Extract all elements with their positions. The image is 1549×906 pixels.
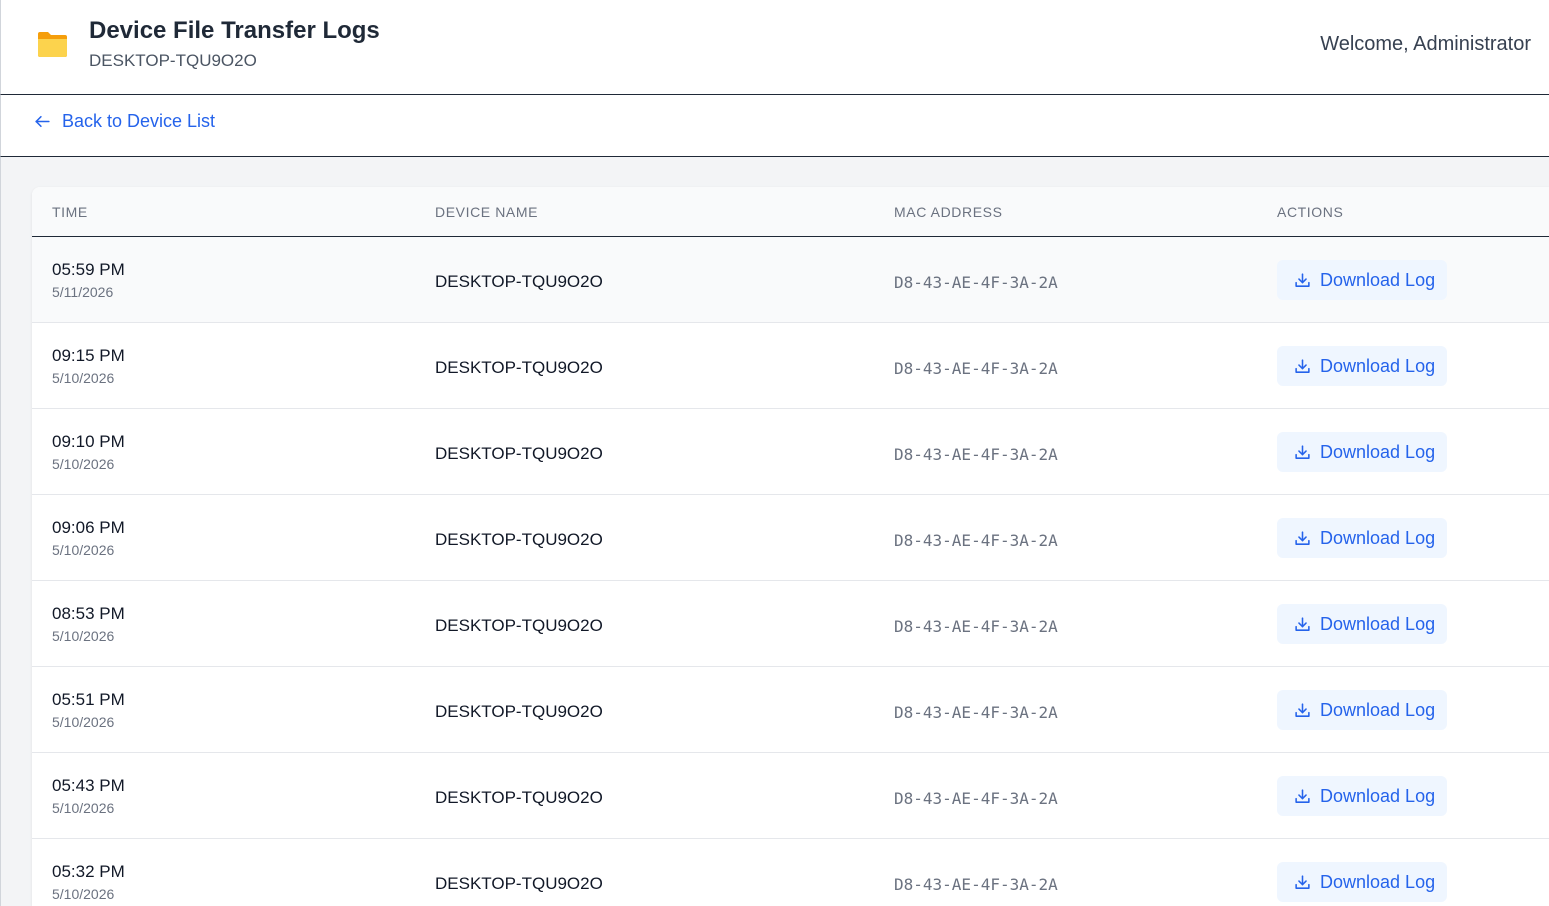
- download-log-button[interactable]: Download Log: [1277, 346, 1447, 386]
- row-time: 05:59 PM: [52, 260, 125, 279]
- nav-bar: Back to Device List: [0, 95, 1549, 157]
- table-header: TIME DEVICE NAME MAC ADDRESS ACTIONS: [32, 187, 1549, 237]
- download-log-label: Download Log: [1320, 785, 1436, 806]
- main-content: TIME DEVICE NAME MAC ADDRESS ACTIONS 05:…: [0, 157, 1549, 906]
- download-log-label: Download Log: [1320, 699, 1436, 720]
- row-time: 05:32 PM: [52, 862, 125, 881]
- back-to-device-list-link[interactable]: Back to Device List: [33, 111, 215, 132]
- arrow-left-icon: [35, 115, 50, 128]
- row-date: 5/10/2026: [52, 456, 115, 472]
- download-log-label: Download Log: [1320, 527, 1436, 548]
- row-mac-address: D8-43-AE-4F-3A-2A: [894, 617, 1058, 636]
- download-icon: [1295, 788, 1310, 803]
- download-log-button[interactable]: Download Log: [1277, 260, 1447, 300]
- row-device-name: DESKTOP-TQU9O2O: [435, 444, 603, 463]
- row-mac-address: D8-43-AE-4F-3A-2A: [894, 789, 1058, 808]
- row-date: 5/11/2026: [52, 284, 114, 300]
- table-row: 05:32 PM 5/10/2026 DESKTOP-TQU9O2O D8-43…: [32, 839, 1549, 906]
- table-row: 05:43 PM 5/10/2026 DESKTOP-TQU9O2O D8-43…: [32, 753, 1549, 839]
- row-time: 09:15 PM: [52, 346, 125, 365]
- page-subtitle: DESKTOP-TQU9O2O: [89, 51, 257, 70]
- table-row: 05:59 PM 5/11/2026 DESKTOP-TQU9O2O D8-43…: [32, 237, 1549, 323]
- back-link-label: Back to Device List: [62, 111, 216, 131]
- row-time: 05:43 PM: [52, 776, 125, 795]
- row-date: 5/10/2026: [52, 542, 115, 558]
- row-date: 5/10/2026: [52, 714, 115, 730]
- download-icon: [1295, 530, 1310, 545]
- row-time: 08:53 PM: [52, 604, 125, 623]
- row-device-name: DESKTOP-TQU9O2O: [435, 272, 603, 291]
- row-date: 5/10/2026: [52, 886, 115, 902]
- download-icon: [1295, 874, 1310, 889]
- download-icon: [1295, 616, 1310, 631]
- column-header-device-name: DEVICE NAME: [435, 204, 539, 220]
- download-log-label: Download Log: [1320, 871, 1436, 892]
- row-mac-address: D8-43-AE-4F-3A-2A: [894, 445, 1058, 464]
- table-body: 05:59 PM 5/11/2026 DESKTOP-TQU9O2O D8-43…: [32, 237, 1549, 906]
- row-device-name: DESKTOP-TQU9O2O: [435, 702, 603, 721]
- row-mac-address: D8-43-AE-4F-3A-2A: [894, 531, 1058, 550]
- row-device-name: DESKTOP-TQU9O2O: [435, 530, 603, 549]
- row-time: 05:51 PM: [52, 690, 125, 709]
- download-log-button[interactable]: Download Log: [1277, 518, 1447, 558]
- column-header-time: TIME: [52, 204, 88, 220]
- welcome-text: Welcome, Administrator: [1320, 33, 1531, 55]
- column-header-actions: ACTIONS: [1277, 204, 1344, 220]
- page-title: Device File Transfer Logs: [89, 17, 380, 44]
- download-log-button[interactable]: Download Log: [1277, 776, 1447, 816]
- download-log-button[interactable]: Download Log: [1277, 432, 1447, 472]
- row-date: 5/10/2026: [52, 370, 115, 386]
- column-header-mac-address: MAC ADDRESS: [894, 204, 1003, 220]
- row-mac-address: D8-43-AE-4F-3A-2A: [894, 875, 1058, 894]
- table-row: 08:53 PM 5/10/2026 DESKTOP-TQU9O2O D8-43…: [32, 581, 1549, 667]
- download-log-label: Download Log: [1320, 355, 1436, 376]
- download-icon: [1295, 272, 1310, 287]
- download-icon: [1295, 444, 1310, 459]
- row-device-name: DESKTOP-TQU9O2O: [435, 788, 603, 807]
- download-icon: [1295, 702, 1310, 717]
- table-row: 05:51 PM 5/10/2026 DESKTOP-TQU9O2O D8-43…: [32, 667, 1549, 753]
- row-mac-address: D8-43-AE-4F-3A-2A: [894, 359, 1058, 378]
- row-device-name: DESKTOP-TQU9O2O: [435, 616, 603, 635]
- row-device-name: DESKTOP-TQU9O2O: [435, 358, 603, 377]
- download-log-label: Download Log: [1320, 613, 1436, 634]
- row-device-name: DESKTOP-TQU9O2O: [435, 874, 603, 893]
- row-mac-address: D8-43-AE-4F-3A-2A: [894, 273, 1058, 292]
- row-date: 5/10/2026: [52, 628, 115, 644]
- table-row: 09:06 PM 5/10/2026 DESKTOP-TQU9O2O D8-43…: [32, 495, 1549, 581]
- row-time: 09:10 PM: [52, 432, 125, 451]
- download-log-label: Download Log: [1320, 269, 1436, 290]
- row-mac-address: D8-43-AE-4F-3A-2A: [894, 703, 1058, 722]
- table-row: 09:15 PM 5/10/2026 DESKTOP-TQU9O2O D8-43…: [32, 323, 1549, 409]
- row-time: 09:06 PM: [52, 518, 125, 537]
- row-date: 5/10/2026: [52, 800, 115, 816]
- table-row: 09:10 PM 5/10/2026 DESKTOP-TQU9O2O D8-43…: [32, 409, 1549, 495]
- download-icon: [1295, 358, 1310, 373]
- download-log-button[interactable]: Download Log: [1277, 604, 1447, 644]
- download-log-button[interactable]: Download Log: [1277, 690, 1447, 730]
- logs-table: TIME DEVICE NAME MAC ADDRESS ACTIONS 05:…: [32, 187, 1549, 906]
- folder-icon: [38, 32, 67, 57]
- download-log-label: Download Log: [1320, 441, 1436, 462]
- download-log-button[interactable]: Download Log: [1277, 862, 1447, 902]
- app-header: Device File Transfer Logs DESKTOP-TQU9O2…: [0, 0, 1549, 95]
